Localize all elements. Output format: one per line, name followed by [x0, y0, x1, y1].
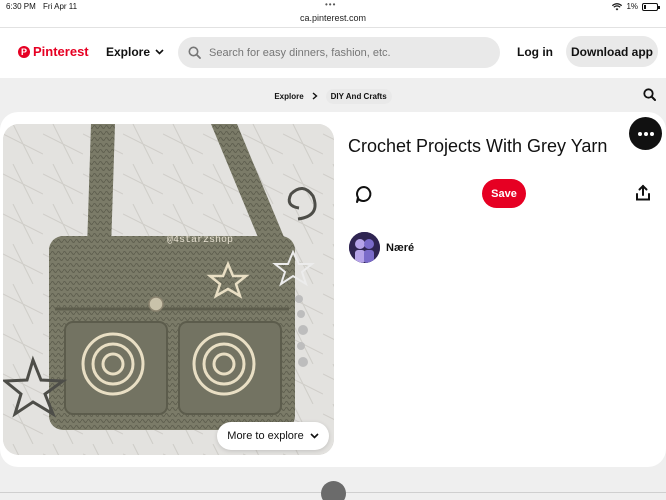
- site-header: P Pinterest Explore Log in Download app: [0, 28, 666, 78]
- share-icon[interactable]: [634, 184, 652, 202]
- download-app-button[interactable]: Download app: [566, 36, 658, 67]
- multitask-dots-icon[interactable]: •••: [325, 0, 336, 9]
- save-button[interactable]: Save: [482, 179, 526, 208]
- search-input[interactable]: [209, 46, 489, 59]
- scroll-indicator[interactable]: [321, 481, 346, 500]
- more-to-explore-button[interactable]: More to explore: [217, 422, 329, 450]
- battery-icon: [642, 2, 660, 11]
- ellipsis-icon: [637, 131, 642, 136]
- explore-label: Explore: [106, 45, 151, 59]
- logo-text: Pinterest: [33, 44, 89, 59]
- pinterest-logo[interactable]: P Pinterest: [18, 44, 89, 59]
- url-text: ca.pinterest.com: [299, 13, 367, 23]
- more-to-explore-label: More to explore: [227, 430, 304, 442]
- login-button[interactable]: Log in: [512, 36, 558, 67]
- status-date: Fri Apr 11: [43, 2, 78, 11]
- explore-menu-button[interactable]: Explore: [106, 45, 164, 59]
- breadcrumb-explore[interactable]: Explore: [274, 92, 303, 101]
- pin-title: Crochet Projects With Grey Yarn: [348, 136, 608, 156]
- more-options-button[interactable]: [629, 117, 662, 150]
- pin-image[interactable]: @4starzshop: [3, 124, 334, 455]
- wifi-icon: [612, 2, 623, 10]
- search-icon[interactable]: [643, 88, 656, 101]
- image-watermark: @4starzshop: [167, 234, 233, 246]
- status-time: 6:30 PM: [6, 2, 36, 11]
- breadcrumb: Explore DIY And Crafts: [0, 86, 666, 106]
- author-name[interactable]: Næré: [386, 242, 414, 254]
- crochet-bag-picture: @4starzshop: [3, 124, 334, 455]
- address-bar[interactable]: ca.pinterest.com: [0, 12, 666, 28]
- battery-percent: 1%: [626, 2, 638, 11]
- avatar[interactable]: [349, 232, 380, 263]
- search-icon: [188, 46, 201, 59]
- status-indicators: 1%: [612, 2, 660, 11]
- chevron-down-icon: [155, 49, 164, 55]
- breadcrumb-diy-and-crafts[interactable]: DIY And Crafts: [325, 88, 392, 104]
- pinterest-logo-icon: P: [18, 45, 30, 58]
- pin-card: @4starzshop: [0, 112, 666, 467]
- comment-icon[interactable]: [354, 184, 374, 204]
- chevron-right-icon: [312, 92, 318, 100]
- avatar-image: [349, 232, 380, 263]
- status-bar: 6:30 PM Fri Apr 11 ••• 1%: [0, 0, 666, 12]
- chevron-down-icon: [310, 433, 319, 439]
- search-bar[interactable]: [178, 37, 500, 68]
